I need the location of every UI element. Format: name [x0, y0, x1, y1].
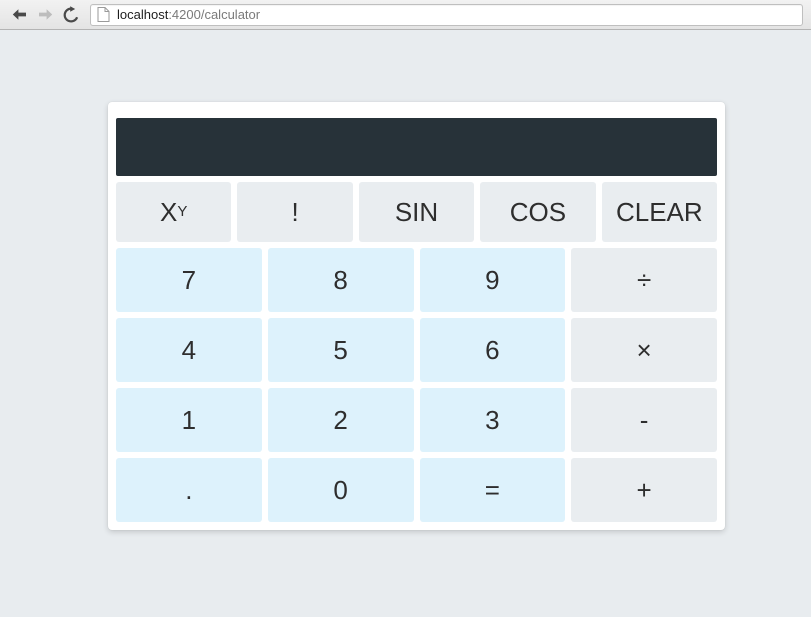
calculator-key-label: X [160, 197, 178, 227]
calculator-key-four[interactable]: 4 [116, 318, 262, 382]
calculator-key-label: - [639, 405, 649, 435]
page-document-icon [97, 7, 110, 22]
reload-icon [62, 5, 80, 24]
calculator-key-label: 0 [333, 475, 348, 505]
forward-arrow-icon [37, 7, 54, 22]
row-bottom: . 0 = + [116, 458, 717, 522]
calculator-key-five[interactable]: 5 [267, 318, 414, 382]
calculator-key-label: 7 [181, 265, 197, 295]
calculator-key-one[interactable]: 1 [116, 388, 262, 452]
row-789: 7 8 9 ÷ [116, 248, 717, 312]
calculator-keypad: X Y! SIN COS CLEAR 7 8 9 ÷ 4 5 6 × 1 2 3 -. 0 = + [116, 182, 718, 522]
calculator-key-label: SIN [394, 197, 439, 227]
page-content: X Y! SIN COS CLEAR 7 8 9 ÷ 4 5 6 × 1 2 3 -. 0 = + [0, 30, 811, 616]
function-row: X Y! SIN COS CLEAR [116, 182, 718, 242]
calculator-key-label: 1 [181, 405, 197, 435]
back-arrow-icon [11, 7, 28, 22]
calculator-key-label: 9 [485, 265, 500, 295]
calculator-key-label: ÷ [636, 265, 652, 295]
calculator-key-multiply[interactable]: × [571, 318, 717, 382]
calculator-key-add[interactable]: + [571, 458, 717, 522]
row-123: 1 2 3 - [116, 388, 717, 452]
calculator-key-seven[interactable]: 7 [116, 248, 262, 312]
calculator-key-label: + [636, 475, 652, 505]
calculator-key-label: 6 [485, 335, 500, 365]
url-path: :4200/calculator [168, 7, 261, 22]
calculator-key-nine[interactable]: 9 [419, 248, 566, 312]
calculator-key-label: 5 [333, 335, 348, 365]
url-text: localhost:4200/calculator [117, 7, 260, 22]
calculator-key-sin[interactable]: SIN [358, 182, 475, 242]
reload-button[interactable] [58, 3, 84, 27]
calculator-key-label: COS [509, 197, 567, 227]
calculator-key-three[interactable]: 3 [419, 388, 566, 452]
calculator-key-power[interactable]: XY [116, 182, 232, 242]
calculator-key-label: . [185, 475, 193, 505]
calculator-key-label: 3 [485, 405, 500, 435]
calculator-key-equals[interactable]: = [419, 458, 566, 522]
calculator-key-label: = [484, 475, 500, 505]
back-button[interactable] [6, 3, 32, 27]
row-456: 4 5 6 × [116, 318, 717, 382]
calculator-key-label: 4 [181, 335, 197, 365]
calculator-key-label: CLEAR [615, 197, 703, 227]
browser-toolbar: localhost:4200/calculator [0, 0, 811, 30]
calculator-key-label: 2 [333, 405, 348, 435]
calculator-key-decimal[interactable]: . [116, 458, 262, 522]
url-bar[interactable]: localhost:4200/calculator [90, 3, 803, 26]
calculator-key-label: 8 [333, 265, 348, 295]
calculator-key-label: × [636, 335, 652, 365]
calculator-display [116, 118, 717, 176]
calculator-key-six[interactable]: 6 [419, 318, 566, 382]
forward-button[interactable] [32, 3, 58, 27]
calculator-key-clear[interactable]: CLEAR [601, 182, 718, 242]
calculator-card: X Y! SIN COS CLEAR 7 8 9 ÷ 4 5 6 × 1 2 3 -. 0 = + [108, 102, 725, 530]
calculator-key-zero[interactable]: 0 [267, 458, 414, 522]
calculator-key-cos[interactable]: COS [480, 182, 596, 242]
calculator-key-label: ! [291, 197, 299, 227]
calculator-key-subtract[interactable]: - [571, 388, 717, 452]
calculator-key-two[interactable]: 2 [267, 388, 414, 452]
calculator-key-factorial[interactable]: ! [237, 182, 353, 242]
calculator-key-divide[interactable]: ÷ [571, 248, 717, 312]
calculator-key-eight[interactable]: 8 [267, 248, 414, 312]
url-host: localhost [117, 7, 169, 22]
